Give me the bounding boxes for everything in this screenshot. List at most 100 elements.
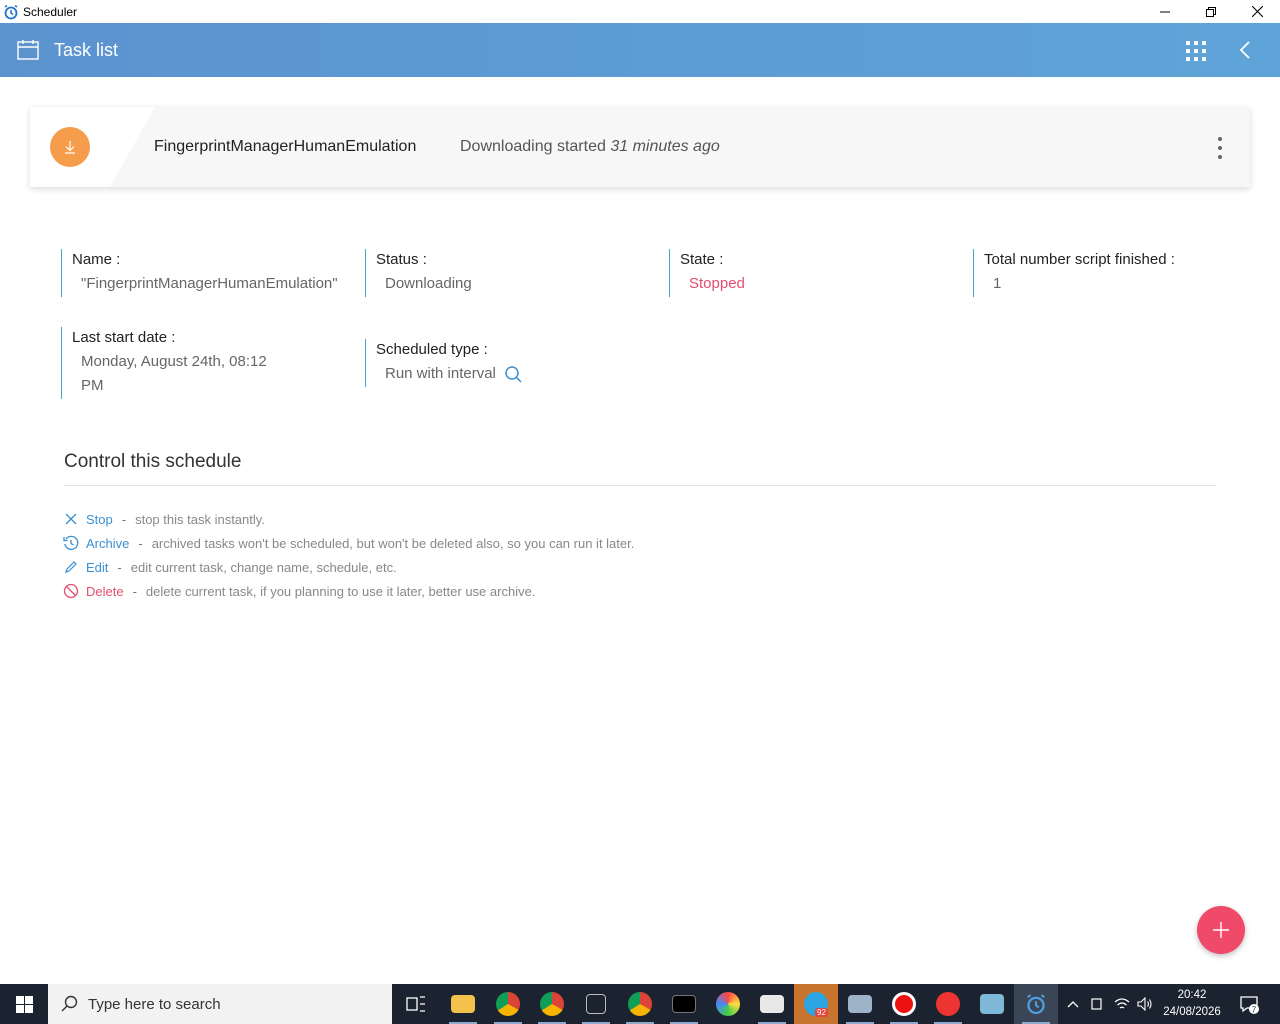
app-window-icon [760, 995, 784, 1013]
archive-button[interactable]: Archive [86, 536, 129, 551]
scheduled-type-label: Scheduled type : [376, 341, 488, 358]
taskbar-file-explorer[interactable] [441, 984, 485, 1024]
notification-icon: 7 [1240, 996, 1259, 1014]
ban-icon[interactable] [62, 582, 80, 600]
separator: - [121, 511, 127, 527]
status-value: Downloading [385, 275, 472, 292]
download-icon [65, 141, 75, 154]
task-view-icon [406, 996, 425, 1012]
user-icon [936, 992, 960, 1016]
clock-time: 20:42 [1177, 989, 1207, 1001]
tray-network[interactable] [1112, 984, 1132, 1024]
restore-icon [1206, 6, 1216, 17]
last-start-value: Monday, August 24th, 08:12 PM [72, 350, 301, 398]
search-placeholder: Type here to search [88, 995, 221, 1013]
taskbar-chrome-3[interactable] [618, 984, 662, 1024]
notes-icon [980, 994, 1004, 1014]
taskbar-user-app[interactable] [926, 984, 970, 1024]
search-icon[interactable] [504, 365, 522, 383]
taskbar-notes-app[interactable] [970, 984, 1014, 1024]
separator: - [117, 559, 122, 575]
wifi-icon [1114, 998, 1130, 1009]
tray-volume[interactable] [1135, 984, 1155, 1024]
chrome-icon [628, 992, 652, 1016]
task-status-time: 31 minutes ago [610, 138, 720, 155]
taskbar-app-window[interactable] [750, 984, 794, 1024]
taskbar-monitor-app[interactable] [838, 984, 882, 1024]
close-window-button[interactable] [1234, 0, 1280, 23]
clock-date: 24/08/2026 [1163, 1006, 1221, 1018]
task-status-text: Downloading started 31 minutes ago [460, 138, 720, 156]
taskbar-telegram[interactable] [794, 984, 838, 1024]
minimize-button[interactable] [1142, 0, 1188, 23]
taskbar-chrome-1[interactable] [486, 984, 530, 1024]
tray-device[interactable] [1088, 984, 1106, 1024]
field-last-start: Last start date : Monday, August 24th, 0… [61, 327, 301, 399]
close-icon [1251, 6, 1263, 17]
separator: - [132, 583, 137, 599]
edit-button[interactable]: Edit [86, 560, 108, 575]
delete-description: delete current task, if you planning to … [145, 583, 536, 599]
status-label: Status : [376, 251, 427, 268]
bas-app-icon [586, 994, 606, 1014]
search-icon [61, 995, 78, 1012]
field-total-finished: Total number script finished : 1 [973, 249, 1223, 297]
state-label: State : [680, 251, 724, 268]
chrome-icon [496, 992, 520, 1016]
last-start-value-line1: Monday, August 24th, 08:12 [81, 353, 267, 370]
taskbar-recorder[interactable] [882, 984, 926, 1024]
taskbar-app-b[interactable] [574, 984, 618, 1024]
pencil-icon[interactable] [62, 558, 80, 576]
monitor-icon [848, 995, 872, 1013]
name-value: "FingerprintManagerHumanEmulation" [81, 275, 338, 292]
minimize-icon [1160, 11, 1170, 12]
total-finished-value: 1 [993, 275, 1002, 292]
taskbar-chrome-2[interactable] [530, 984, 574, 1024]
start-button[interactable] [0, 984, 48, 1024]
device-icon [1091, 998, 1102, 1010]
chevron-left-icon[interactable] [1238, 41, 1252, 59]
delete-button[interactable]: Delete [86, 584, 124, 599]
field-scheduled-type: Scheduled type : Run with interval [365, 339, 655, 387]
window-controls [1142, 0, 1280, 23]
window-titlebar: Scheduler [0, 0, 1280, 23]
restore-button[interactable] [1188, 0, 1234, 23]
alarm-clock-icon [1027, 994, 1045, 1015]
taskbar-terminal[interactable] [662, 984, 706, 1024]
download-status-badge [50, 127, 90, 167]
taskbar-clock[interactable]: 20:42 24/08/2026 [1160, 987, 1224, 1021]
taskbar-color-app[interactable] [706, 984, 750, 1024]
separator: - [138, 535, 143, 551]
taskbar-search[interactable]: Type here to search [48, 984, 392, 1024]
color-wheel-icon [716, 992, 740, 1016]
last-start-label: Last start date : [72, 329, 176, 346]
taskbar-scheduler[interactable] [1014, 984, 1058, 1024]
svg-text:7: 7 [1252, 1005, 1257, 1014]
add-task-button[interactable] [1197, 906, 1245, 954]
scheduled-type-value: Run with interval [385, 365, 496, 382]
show-hidden-icons[interactable] [1064, 984, 1082, 1024]
task-status-prefix: Downloading started [460, 138, 606, 155]
action-delete: Delete - delete current task, if you pla… [62, 581, 535, 601]
chevron-up-icon [1067, 1001, 1079, 1008]
stop-description: stop this task instantly. [135, 511, 265, 527]
apps-grid-icon[interactable] [1186, 41, 1206, 61]
more-options-icon[interactable] [1210, 137, 1230, 159]
taskbar: Type here to search 92 20:42 24/08/2026 … [0, 984, 1280, 1024]
close-icon[interactable] [62, 510, 80, 528]
task-view-button[interactable] [394, 984, 438, 1024]
speaker-icon [1137, 997, 1152, 1011]
section-divider [64, 485, 1216, 486]
task-card[interactable]: FingerprintManagerHumanEmulation Downloa… [30, 107, 1250, 187]
action-center-button[interactable]: 7 [1236, 984, 1262, 1024]
chrome-icon [540, 992, 564, 1016]
history-icon[interactable] [62, 534, 80, 552]
task-card-icon-area [30, 107, 155, 187]
field-status: Status : Downloading [365, 249, 655, 297]
action-archive: Archive - archived tasks won't be schedu… [62, 533, 634, 553]
stop-button[interactable]: Stop [86, 512, 113, 527]
archive-description: archived tasks won't be scheduled, but w… [151, 535, 635, 551]
total-finished-label: Total number script finished : [984, 251, 1175, 268]
windows-logo-icon [15, 995, 33, 1013]
window-title: Scheduler [23, 4, 78, 19]
